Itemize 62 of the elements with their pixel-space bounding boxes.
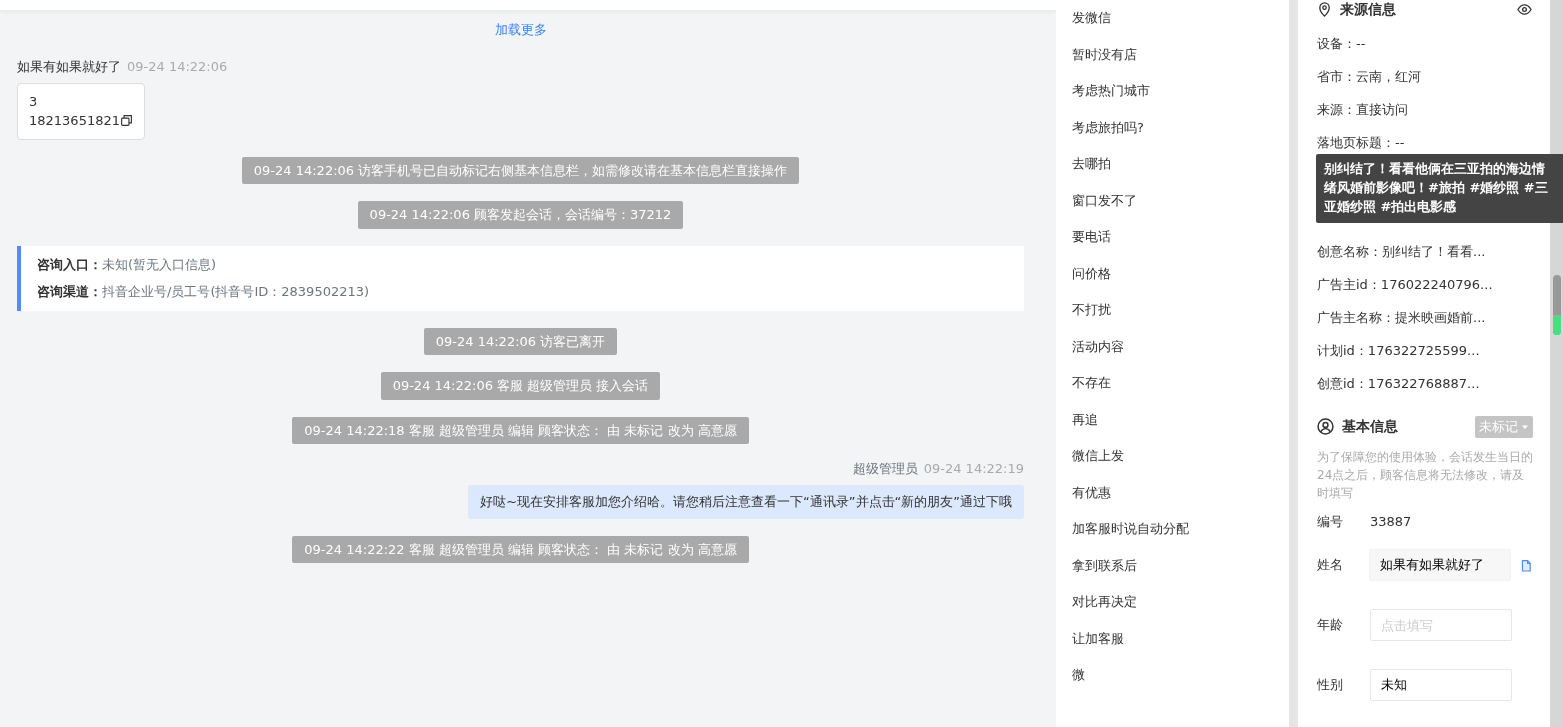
quick-reply-item[interactable]: 要电话 bbox=[1072, 227, 1289, 247]
quick-reply-item[interactable]: 有优惠 bbox=[1072, 482, 1289, 502]
field-label: 咨询入口： bbox=[37, 255, 102, 274]
tooltip: 别纠结了！看看他俩在三亚拍的海边情绪风婚前影像吧！#旅拍 #婚纱照 #三亚婚纱照 #拍出电影感 bbox=[1316, 154, 1563, 223]
message-bubble: 好哒~现在安排客服加您介绍哈。请您稍后注意查看一下“通讯录”并点击“新的朋友”通过下哦 bbox=[468, 485, 1024, 519]
user-circle-icon bbox=[1317, 418, 1334, 436]
quick-reply-item[interactable]: 让加客服 bbox=[1072, 628, 1289, 648]
quick-reply-item[interactable]: 拿到联系后 bbox=[1072, 555, 1289, 575]
info-row-text: 创意名称：别纠结了！看看... bbox=[1317, 242, 1487, 261]
notice-text: 为了保障您的使用体验，会话发生当日的24点之后，顾客信息将无法修改，请及时填写 bbox=[1317, 448, 1533, 502]
info-row-text: 落地页标题：-- bbox=[1317, 133, 1406, 152]
info-row-text: 广告主id：176022240796... bbox=[1317, 275, 1494, 294]
message-time: 09-24 14:22:19 bbox=[923, 460, 1024, 478]
field-label: 年龄 bbox=[1317, 616, 1344, 635]
field-value: 未知(暂无入口信息) bbox=[102, 255, 217, 274]
scrollbar-thumb[interactable] bbox=[1553, 275, 1561, 335]
info-row-text: 计划id：176322725599... bbox=[1317, 341, 1481, 360]
quick-reply-item[interactable]: 去哪拍 bbox=[1072, 154, 1289, 174]
card-text: 3 bbox=[29, 92, 38, 111]
field-value: 33887 bbox=[1370, 512, 1412, 531]
quick-reply-item[interactable]: 暂时没有店 bbox=[1072, 44, 1289, 64]
quick-reply-item[interactable]: 对比再决定 bbox=[1072, 592, 1289, 612]
field-value: 抖音企业号/员工号(抖音号ID：2839502213) bbox=[102, 283, 370, 301]
info-row-text: 设备：-- bbox=[1317, 34, 1367, 53]
quick-reply-item[interactable]: 微信上发 bbox=[1072, 446, 1289, 466]
quick-reply-item[interactable]: 不打扰 bbox=[1072, 300, 1289, 320]
section-title: 基本信息 bbox=[1342, 417, 1398, 437]
quick-reply-item[interactable]: 再追 bbox=[1072, 409, 1289, 429]
card-text: 18213651821 bbox=[29, 112, 120, 130]
quick-reply-item[interactable]: 不存在 bbox=[1072, 373, 1289, 393]
info-row-text: 省市：云南，红河 bbox=[1317, 67, 1422, 86]
quick-reply-item[interactable]: 微 bbox=[1072, 665, 1289, 685]
system-message: 09-24 14:22:06 顾客发起会话，会话编号：37212 bbox=[357, 201, 684, 229]
system-message: 09-24 14:22:22 客服 超级管理员 编辑 顾客状态： 由 未标记 改为 高意愿 bbox=[292, 535, 749, 563]
info-row-text: 创意id：176322768887... bbox=[1317, 374, 1481, 393]
quick-reply-item[interactable]: 问价格 bbox=[1072, 263, 1289, 283]
field-label: 姓名 bbox=[1317, 556, 1344, 575]
quick-reply-item[interactable]: 加客服时说自动分配 bbox=[1072, 519, 1289, 539]
info-row-text: 广告主名称：提米映画婚前... bbox=[1317, 308, 1487, 327]
section-title: 来源信息 bbox=[1340, 0, 1396, 19]
input-field[interactable]: 未知 bbox=[1370, 669, 1512, 701]
quick-reply-item[interactable]: 考虑旅拍吗? bbox=[1072, 117, 1289, 137]
sender-name: 如果有如果就好了 bbox=[17, 57, 121, 76]
eye-icon[interactable] bbox=[1516, 1, 1533, 17]
field-label: 咨询渠道： bbox=[37, 283, 102, 301]
sender-name: 超级管理员 bbox=[852, 460, 918, 478]
system-message: 09-24 14:22:06 访客手机号已自动标记右侧基本信息栏，如需修改请在基本信息栏直接操作 bbox=[241, 156, 800, 184]
location-pin-icon bbox=[1317, 1, 1332, 17]
field-label: 编号 bbox=[1317, 512, 1344, 531]
field-label: 性别 bbox=[1317, 676, 1344, 695]
copy-icon[interactable] bbox=[120, 114, 133, 128]
quick-reply-item[interactable]: 考虑热门城市 bbox=[1072, 81, 1289, 101]
message-time: 09-24 14:22:06 bbox=[127, 57, 228, 76]
quick-reply-item[interactable]: 窗口发不了 bbox=[1072, 190, 1289, 210]
system-message: 09-24 14:22:18 客服 超级管理员 编辑 顾客状态： 由 未标记 改为 高意愿 bbox=[292, 416, 749, 444]
system-message: 09-24 14:22:06 客服 超级管理员 接入会话 bbox=[380, 372, 661, 400]
load-more-link[interactable]: 加载更多 bbox=[494, 20, 547, 40]
quick-reply-item[interactable]: 活动内容 bbox=[1072, 336, 1289, 356]
info-row-text: 来源：直接访问 bbox=[1317, 100, 1409, 119]
input-field[interactable]: 如果有如果就好了 bbox=[1369, 549, 1512, 581]
system-message: 09-24 14:22:06 访客已离开 bbox=[423, 327, 618, 355]
quick-reply-item[interactable]: 发微信 bbox=[1072, 8, 1289, 28]
